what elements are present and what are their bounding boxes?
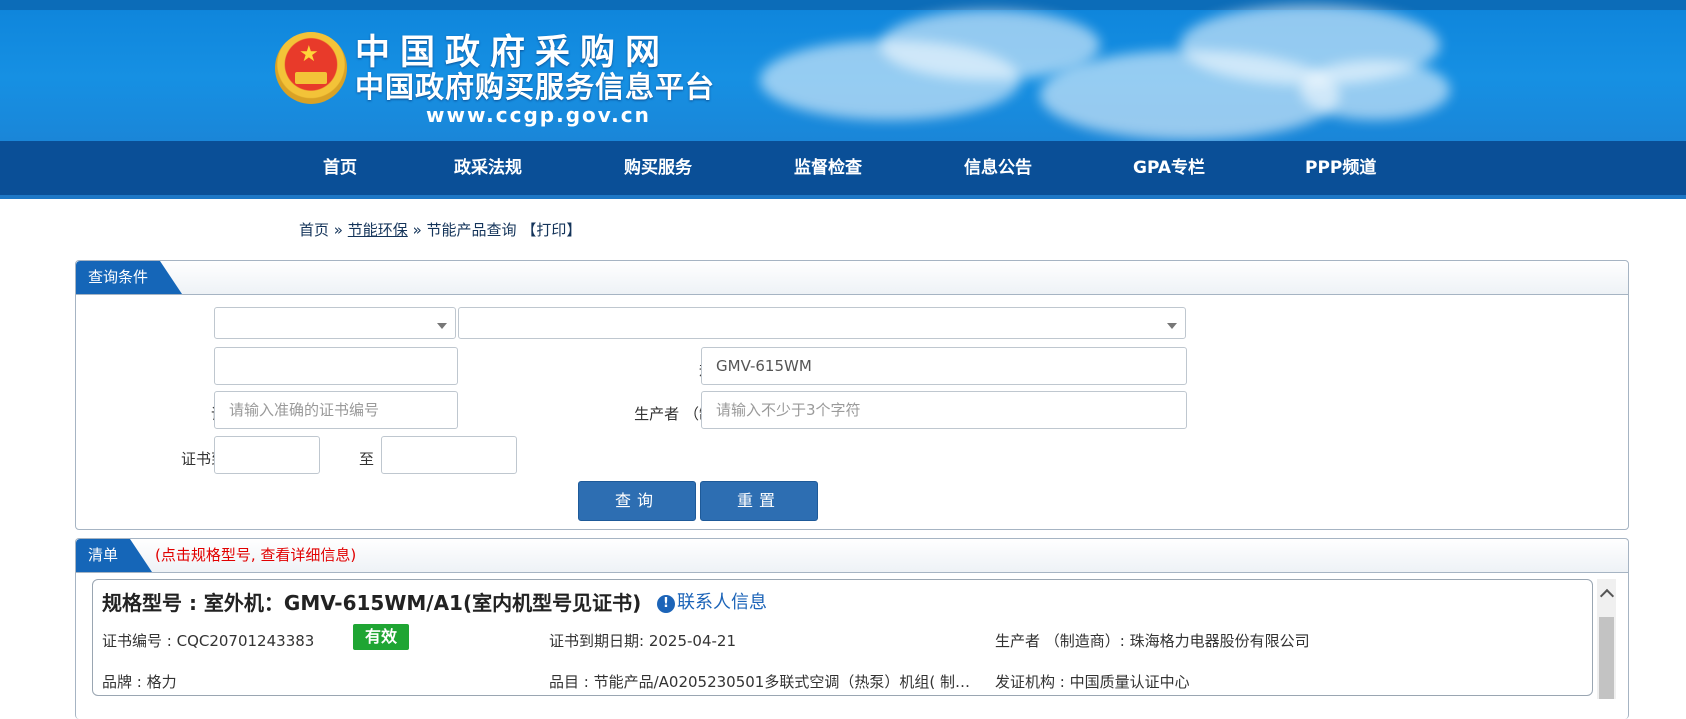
result-maker: 生产者 （制造商）: 珠海格力电器股份有限公司	[995, 632, 1310, 650]
nav-item-purchase-services[interactable]: 购买服务	[624, 141, 692, 195]
contact-info-link[interactable]: ! 联系人信息	[657, 588, 767, 614]
nav-item-regulations[interactable]: 政采法规	[454, 141, 522, 195]
result-model-title[interactable]: 规格型号 : 室外机：GMV-615WM/A1(室内机型号见证书)	[102, 587, 641, 616]
result-cert-no: 证书编号 : CQC20701243383	[102, 632, 315, 650]
expiry-from-input[interactable]	[214, 436, 320, 474]
query-panel-header: 查询条件	[76, 261, 1628, 295]
results-panel: 清单 (点击规格型号, 查看详细信息) 规格型号 : 室外机：GMV-615WM…	[75, 538, 1629, 719]
breadcrumb-energy-saving[interactable]: 节能环保	[348, 221, 408, 239]
breadcrumb-home[interactable]: 首页	[299, 221, 329, 239]
print-link[interactable]: 【打印】	[521, 221, 581, 239]
nav-item-gpa[interactable]: GPA专栏	[1133, 141, 1205, 195]
to-label: 至	[359, 450, 375, 468]
chevron-down-icon	[437, 323, 447, 329]
site-banner: ★ 中国政府采购网 中国政府购买服务信息平台 www.ccgp.gov.cn	[0, 0, 1686, 141]
maker-input[interactable]: 请输入不少于3个字符	[701, 391, 1187, 429]
expiry-to-input[interactable]	[381, 436, 517, 474]
model-input[interactable]: GMV-615WM	[701, 347, 1187, 385]
reset-button[interactable]: 重置	[700, 481, 818, 521]
category-select-1[interactable]	[214, 307, 456, 339]
result-category: 品目 : 节能产品/A0205230501多联式空调（热泵）机组( 制…	[549, 673, 970, 691]
site-subtitle: 中国政府购买服务信息平台	[355, 70, 716, 104]
results-panel-header: 清单 (点击规格型号, 查看详细信息)	[76, 539, 1628, 573]
result-expiry: 证书到期日期: 2025-04-21	[549, 632, 736, 650]
query-panel: 查询条件 品目: 品牌: 规格型号: GMV-615WM 证书编号: 请输入准确…	[75, 260, 1629, 530]
breadcrumb: 首页 » 节能环保 » 节能产品查询 【打印】	[299, 221, 582, 239]
nav-item-announcements[interactable]: 信息公告	[964, 141, 1032, 195]
site-title[interactable]: 中国政府采购网	[355, 34, 670, 72]
chevron-down-icon	[1167, 323, 1177, 329]
scroll-up-icon[interactable]	[1599, 588, 1615, 604]
breadcrumb-current: 节能产品查询	[426, 221, 517, 239]
scrollbar-thumb[interactable]	[1599, 617, 1614, 699]
results-scrollbar[interactable]	[1597, 579, 1616, 699]
status-badge: 有效	[353, 624, 409, 650]
banner-top-strip	[0, 0, 1686, 10]
national-emblem-icon: ★	[275, 32, 347, 104]
results-hint: (点击规格型号, 查看详细信息)	[155, 546, 357, 564]
nav-item-supervision[interactable]: 监督检查	[794, 141, 862, 195]
query-tab: 查询条件	[76, 261, 183, 294]
info-icon: !	[657, 595, 675, 613]
result-card: 规格型号 : 室外机：GMV-615WM/A1(室内机型号见证书) ! 联系人信息…	[92, 579, 1593, 696]
nav-item-home[interactable]: 首页	[323, 141, 357, 195]
main-nav: 首页 政采法规 购买服务 监督检查 信息公告 GPA专栏 PPP频道	[0, 141, 1686, 199]
result-brand: 品牌 : 格力	[102, 673, 177, 691]
search-button[interactable]: 查询	[578, 481, 696, 521]
category-select-2[interactable]	[458, 307, 1186, 339]
cert-no-input[interactable]: 请输入准确的证书编号	[214, 391, 458, 429]
results-tab: 清单	[76, 539, 153, 572]
result-issuer: 发证机构 : 中国质量认证中心	[995, 673, 1190, 691]
nav-item-ppp[interactable]: PPP频道	[1305, 141, 1376, 195]
brand-input[interactable]	[214, 347, 458, 385]
site-url: www.ccgp.gov.cn	[426, 103, 651, 127]
